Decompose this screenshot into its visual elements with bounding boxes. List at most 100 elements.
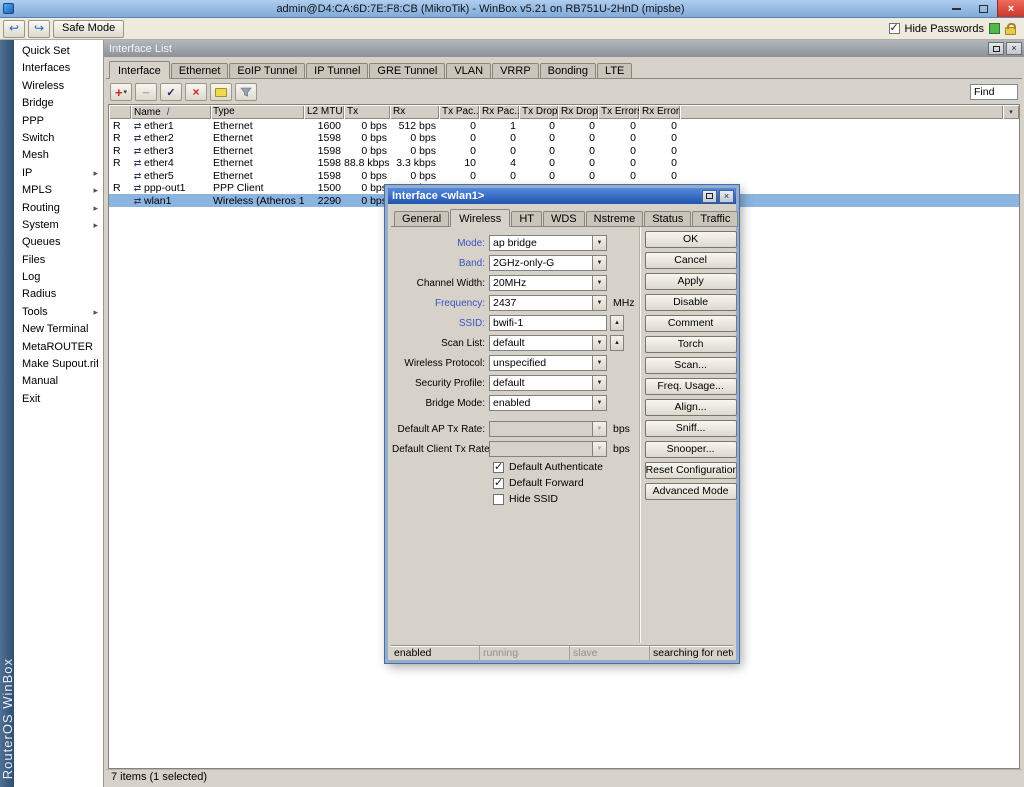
chevron-down-icon[interactable]: ▼	[593, 335, 607, 351]
sniff-button[interactable]: Sniff...	[645, 420, 737, 437]
chevron-down-icon[interactable]: ▼	[593, 235, 607, 251]
tab-vrrp[interactable]: VRRP	[492, 63, 539, 79]
dialog-titlebar[interactable]: Interface <wlan1> ×	[388, 188, 736, 204]
sidebar-item-log[interactable]: Log	[14, 269, 103, 286]
dialog-close-button[interactable]: ×	[719, 190, 734, 203]
chevron-down-icon[interactable]: ▼	[593, 395, 607, 411]
column-header-rx-packet[interactable]: Rx Pac...	[479, 105, 519, 119]
column-header-tx-errors[interactable]: Tx Errors	[598, 105, 639, 119]
tab-traffic[interactable]: Traffic	[692, 211, 738, 227]
sidebar-item-metarouter[interactable]: MetaROUTER	[14, 339, 103, 356]
chevron-up-icon[interactable]: ▲	[610, 315, 624, 331]
ok-button[interactable]: OK	[645, 231, 737, 248]
sidebar-item-radius[interactable]: Radius	[14, 286, 103, 303]
wireless-protocol-select[interactable]: unspecified	[489, 355, 593, 371]
dialog-restore-button[interactable]	[702, 190, 717, 203]
sidebar-item-quick-set[interactable]: Quick Set	[14, 43, 103, 60]
tab-ip-tunnel[interactable]: IP Tunnel	[306, 63, 368, 79]
comment-button[interactable]	[210, 83, 232, 101]
sidebar-item-mpls[interactable]: MPLS▸	[14, 182, 103, 199]
column-header-type[interactable]: Type	[211, 105, 304, 119]
close-button[interactable]: ×	[997, 0, 1024, 17]
sidebar-item-ip[interactable]: IP▸	[14, 165, 103, 182]
cancel-button[interactable]: Cancel	[645, 252, 737, 269]
enable-button[interactable]: ✓	[160, 83, 182, 101]
sidebar-item-mesh[interactable]: Mesh	[14, 147, 103, 164]
freq-usage-button[interactable]: Freq. Usage...	[645, 378, 737, 395]
chevron-up-icon[interactable]: ▲	[610, 335, 624, 351]
sidebar-item-queues[interactable]: Queues	[14, 234, 103, 251]
table-row[interactable]: R ⇄ether2 Ethernet 1598 0 bps 0 bps 0 0 …	[109, 132, 1019, 145]
column-header-tx-drops[interactable]: Tx Drops	[519, 105, 558, 119]
mode-select[interactable]: ap bridge	[489, 235, 593, 251]
sidebar-item-interfaces[interactable]: Interfaces	[14, 60, 103, 77]
disable-interface-button[interactable]: Disable	[645, 294, 737, 311]
undo-button[interactable]: ↩	[3, 20, 25, 38]
sidebar-item-bridge[interactable]: Bridge	[14, 95, 103, 112]
column-header-name[interactable]: Name/	[131, 105, 211, 119]
sidebar-item-ppp[interactable]: PPP	[14, 113, 103, 130]
band-select[interactable]: 2GHz-only-G	[489, 255, 593, 271]
hide-ssid-checkbox[interactable]: Hide SSID	[493, 493, 635, 505]
disable-button[interactable]: ×	[185, 83, 207, 101]
column-header-flags[interactable]	[109, 105, 131, 119]
tab-nstreme[interactable]: Nstreme	[586, 211, 644, 227]
maximize-button[interactable]	[970, 0, 997, 17]
column-header-l2mtu[interactable]: L2 MTU	[304, 105, 344, 119]
ssid-input[interactable]: bwifi-1	[489, 315, 607, 331]
column-header-rx-drops[interactable]: Rx Drops	[558, 105, 598, 119]
column-header-tx[interactable]: Tx	[344, 105, 390, 119]
table-row[interactable]: R ⇄ether4 Ethernet 1598 88.8 kbps 3.3 kb…	[109, 157, 1019, 170]
column-chooser-button[interactable]: ▾	[1003, 105, 1019, 119]
chevron-down-icon[interactable]: ▼	[593, 355, 607, 371]
column-header-rx[interactable]: Rx	[390, 105, 439, 119]
default-forward-checkbox[interactable]: ✓ Default Forward	[493, 477, 635, 489]
safe-mode-button[interactable]: Safe Mode	[53, 20, 124, 38]
comment-button[interactable]: Comment	[645, 315, 737, 332]
advanced-mode-button[interactable]: Advanced Mode	[645, 483, 737, 500]
interface-list-close-button[interactable]: ×	[1006, 42, 1022, 55]
tab-wireless[interactable]: Wireless	[450, 209, 510, 227]
chevron-down-icon[interactable]: ▼	[593, 295, 607, 311]
minimize-button[interactable]	[943, 0, 970, 17]
tab-wds[interactable]: WDS	[543, 211, 585, 227]
chevron-down-icon[interactable]: ▼	[593, 375, 607, 391]
redo-button[interactable]: ↪	[28, 20, 50, 38]
apply-button[interactable]: Apply	[645, 273, 737, 290]
tab-general[interactable]: General	[394, 211, 449, 227]
torch-button[interactable]: Torch	[645, 336, 737, 353]
bridge-mode-select[interactable]: enabled	[489, 395, 593, 411]
sidebar-item-system[interactable]: System▸	[14, 217, 103, 234]
default-authenticate-checkbox[interactable]: ✓ Default Authenticate	[493, 461, 635, 473]
sidebar-item-manual[interactable]: Manual	[14, 373, 103, 390]
sidebar-item-exit[interactable]: Exit	[14, 391, 103, 408]
chevron-down-icon[interactable]: ▼	[593, 275, 607, 291]
add-interface-button[interactable]: + ▾	[110, 83, 132, 101]
sidebar-item-make-supout[interactable]: Make Supout.rif	[14, 356, 103, 373]
sidebar-item-tools[interactable]: Tools▸	[14, 304, 103, 321]
tab-vlan[interactable]: VLAN	[446, 63, 491, 79]
scan-button[interactable]: Scan...	[645, 357, 737, 374]
table-row[interactable]: R ⇄ether1 Ethernet 1600 0 bps 512 bps 0 …	[109, 119, 1019, 132]
align-button[interactable]: Align...	[645, 399, 737, 416]
sidebar-item-files[interactable]: Files	[14, 252, 103, 269]
sidebar-item-wireless[interactable]: Wireless	[14, 78, 103, 95]
table-row[interactable]: R ⇄ether3 Ethernet 1598 0 bps 0 bps 0 0 …	[109, 144, 1019, 157]
sidebar-item-switch[interactable]: Switch	[14, 130, 103, 147]
hide-passwords-checkbox[interactable]: ✓	[889, 23, 900, 34]
tab-bonding[interactable]: Bonding	[540, 63, 596, 79]
remove-interface-button[interactable]: −	[135, 83, 157, 101]
tab-ht[interactable]: HT	[511, 211, 542, 227]
tab-eoip-tunnel[interactable]: EoIP Tunnel	[229, 63, 305, 79]
sidebar-item-routing[interactable]: Routing▸	[14, 200, 103, 217]
table-row[interactable]: ⇄ether5 Ethernet 1598 0 bps 0 bps 0 0 0 …	[109, 169, 1019, 182]
column-header-tx-packet[interactable]: Tx Pac...	[439, 105, 479, 119]
column-header-rx-errors[interactable]: Rx Errors	[639, 105, 680, 119]
filter-button[interactable]	[235, 83, 257, 101]
reset-configuration-button[interactable]: Reset Configuration	[645, 462, 737, 479]
snooper-button[interactable]: Snooper...	[645, 441, 737, 458]
frequency-input[interactable]: 2437	[489, 295, 593, 311]
scan-list-select[interactable]: default	[489, 335, 593, 351]
tab-lte[interactable]: LTE	[597, 63, 632, 79]
sidebar-item-new-terminal[interactable]: New Terminal	[14, 321, 103, 338]
